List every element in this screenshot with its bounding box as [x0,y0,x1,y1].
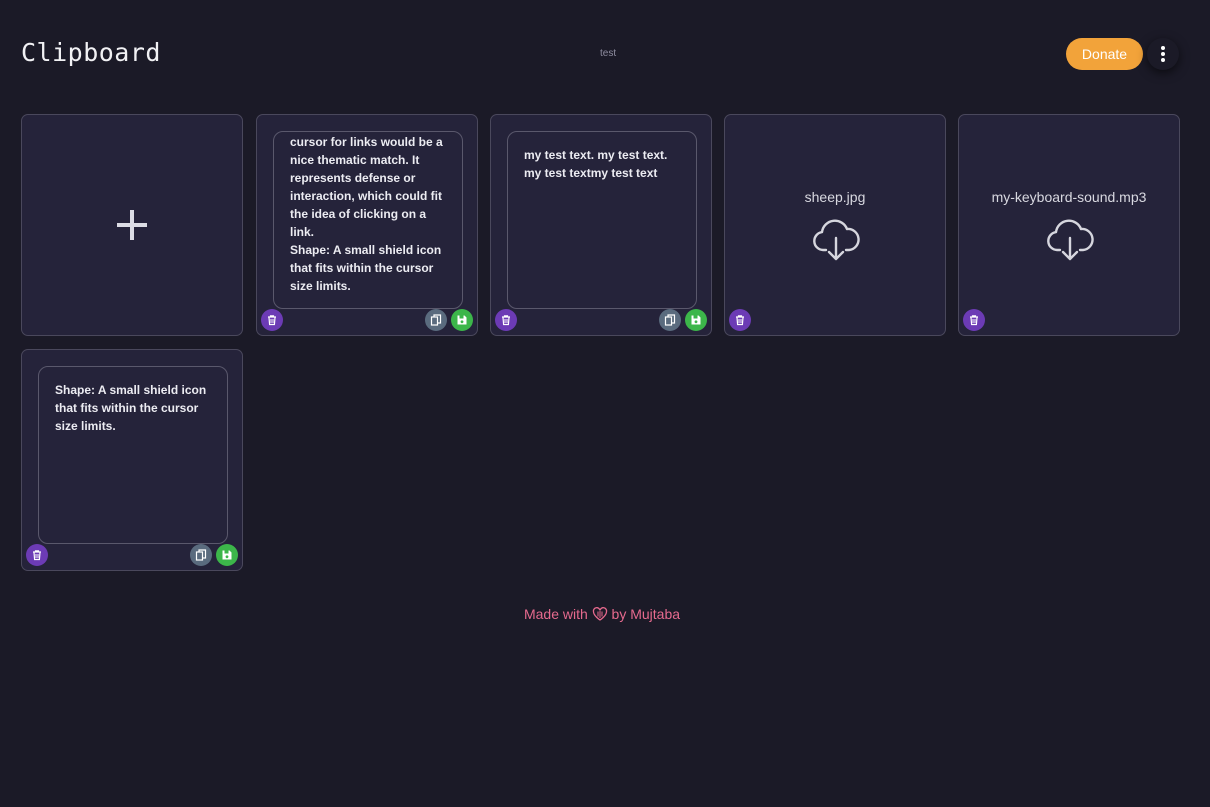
delete-button[interactable] [26,544,48,566]
delete-button[interactable] [963,309,985,331]
clip-card-text: cursor for links would be a nice themati… [256,114,478,336]
footer-made-with: Made with [523,606,588,622]
trash-icon [33,550,41,561]
file-name: my-keyboard-sound.mp3 [991,189,1147,205]
floppy-icon [222,550,232,560]
app-title: Clipboard [21,38,161,67]
clip-text-box[interactable]: cursor for links would be a nice themati… [273,131,463,309]
floppy-icon [691,315,701,325]
clip-text: cursor for links would be a nice themati… [290,135,443,293]
save-button[interactable] [451,309,473,331]
save-button[interactable] [685,309,707,331]
copy-icon [664,314,676,326]
clip-card-file: sheep.jpg [724,114,946,336]
delete-button[interactable] [261,309,283,331]
cloud-download-icon[interactable] [812,218,860,262]
clip-text: my test text. my test text. my test text… [524,148,671,180]
more-vertical-icon[interactable] [1147,38,1179,70]
clip-text-box[interactable]: my test text. my test text. my test text… [507,131,697,309]
file-name: sheep.jpg [804,189,866,205]
save-button[interactable] [216,544,238,566]
subtitle: test [600,48,617,59]
donate-button[interactable]: Donate [1066,38,1143,70]
delete-button[interactable] [729,309,751,331]
floppy-icon [457,315,467,325]
copy-button[interactable] [425,309,447,331]
trash-icon [736,315,744,326]
copy-button[interactable] [659,309,681,331]
copy-icon [430,314,442,326]
add-card[interactable] [21,114,243,336]
trash-icon [268,315,276,326]
copy-icon [195,549,207,561]
clip-card-text: my test text. my test text. my test text… [490,114,712,336]
clip-card-file: my-keyboard-sound.mp3 [958,114,1180,336]
clip-card-text: Shape: A small shield icon that fits wit… [21,349,243,571]
author-link[interactable]: Mujtaba [630,606,680,622]
footer: Made with by Mujtaba [0,606,1204,622]
copy-button[interactable] [190,544,212,566]
footer-by: by [611,606,627,622]
cloud-download-icon[interactable] [1046,218,1094,262]
trash-icon [502,315,510,326]
clip-text-box[interactable]: Shape: A small shield icon that fits wit… [38,366,228,544]
heart-icon [592,607,607,621]
delete-button[interactable] [495,309,517,331]
clip-text: Shape: A small shield icon that fits wit… [55,383,210,433]
trash-icon [970,315,978,326]
plus-icon [117,210,147,240]
